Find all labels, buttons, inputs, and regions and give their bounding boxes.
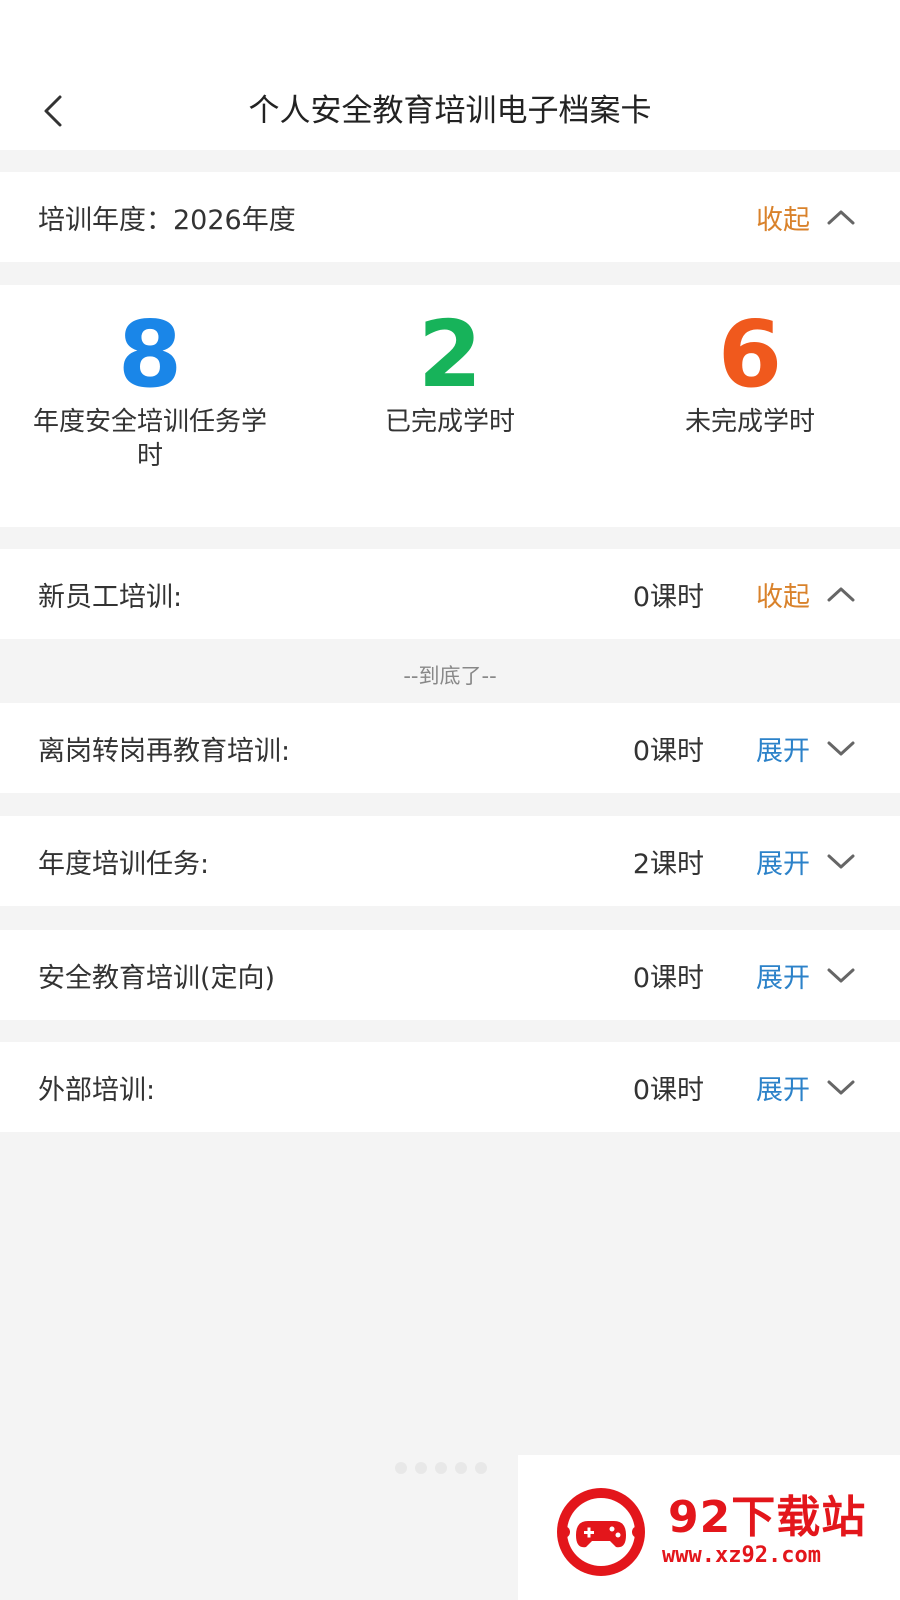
section-external-training[interactable]: 外部培训: 0课时 展开 <box>0 1042 900 1132</box>
chevron-down-icon[interactable] <box>824 1070 858 1104</box>
indicator-dot <box>475 1462 487 1474</box>
section-label: 新员工培训: <box>38 581 183 613</box>
section-label: 离岗转岗再教育培训: <box>38 735 291 767</box>
stat-remaining-value: 6 <box>717 301 782 408</box>
stats-panel: 8 年度安全培训任务学时 2 已完成学时 6 未完成学时 <box>0 285 900 527</box>
chevron-up-icon[interactable] <box>824 577 858 611</box>
section-label: 年度培训任务: <box>38 848 210 880</box>
stat-remaining-label: 未完成学时 <box>684 407 815 437</box>
stat-total-value: 8 <box>117 301 182 408</box>
year-selector-bar[interactable]: 培训年度：2026年度 收起 <box>0 172 900 262</box>
stat-completed-label: 已完成学时 <box>384 407 515 437</box>
section-expand-button[interactable]: 展开 <box>756 956 810 995</box>
year-collapse-button[interactable]: 收起 <box>756 198 810 237</box>
indicator-dot <box>415 1462 427 1474</box>
chevron-down-icon[interactable] <box>824 844 858 878</box>
section-label: 安全教育培训(定向) <box>38 962 276 994</box>
chevron-down-icon[interactable] <box>824 958 858 992</box>
app-header: 个人安全教育培训电子档案卡 <box>0 0 900 150</box>
section-hours: 2课时 <box>632 848 704 880</box>
section-expand-button[interactable]: 展开 <box>756 842 810 881</box>
gamepad-logo-icon <box>557 1488 645 1576</box>
end-of-list-text: --到底了-- <box>403 664 497 688</box>
watermark-url: www.xz92.com <box>662 1543 821 1568</box>
section-transfer-retraining[interactable]: 离岗转岗再教育培训: 0课时 展开 <box>0 703 900 793</box>
stat-total: 8 年度安全培训任务学时 <box>0 285 300 473</box>
section-expand-button[interactable]: 展开 <box>756 1068 810 1107</box>
section-hours: 0课时 <box>632 735 704 767</box>
stat-completed: 2 已完成学时 <box>300 285 600 439</box>
section-collapse-button[interactable]: 收起 <box>756 575 810 614</box>
watermark-name: 92下载站 <box>668 1492 867 1543</box>
section-targeted-safety[interactable]: 安全教育培训(定向) 0课时 展开 <box>0 930 900 1020</box>
indicator-dot <box>435 1462 447 1474</box>
stat-completed-value: 2 <box>417 301 482 408</box>
section-label: 外部培训: <box>38 1074 156 1106</box>
indicator-dot <box>455 1462 467 1474</box>
stat-total-label: 年度安全培训任务学时 <box>32 407 267 471</box>
chevron-up-icon[interactable] <box>824 200 858 234</box>
section-hours: 0课时 <box>632 962 704 994</box>
section-expand-button[interactable]: 展开 <box>756 729 810 768</box>
watermark: 92下载站 www.xz92.com <box>518 1455 900 1600</box>
page-title: 个人安全教育培训电子档案卡 <box>248 93 652 129</box>
chevron-down-icon[interactable] <box>824 731 858 765</box>
indicator-dot <box>395 1462 407 1474</box>
section-hours: 0课时 <box>632 581 704 613</box>
section-annual-task[interactable]: 年度培训任务: 2课时 展开 <box>0 816 900 906</box>
page-indicator <box>395 1462 487 1474</box>
stat-remaining: 6 未完成学时 <box>600 285 900 439</box>
section-new-employee[interactable]: 新员工培训: 0课时 收起 <box>0 549 900 639</box>
section-hours: 0课时 <box>632 1074 704 1106</box>
year-label: 培训年度：2026年度 <box>38 204 296 236</box>
